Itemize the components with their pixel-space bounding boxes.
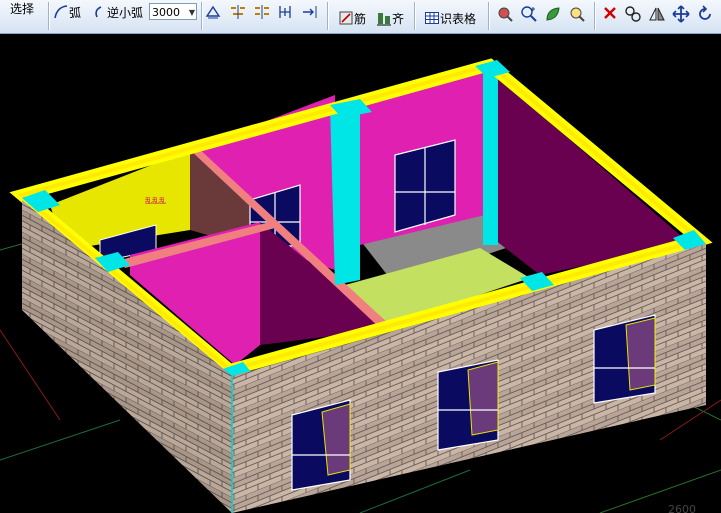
toolbar: 选择 弧 逆小弧 3000 ▼ 筋 齐 识表格 <box>0 0 721 34</box>
zoom-window-button[interactable] <box>568 2 585 24</box>
toolbar-separator <box>594 2 595 30</box>
offset-wall-button[interactable] <box>205 1 221 23</box>
distribute-icon <box>229 4 245 20</box>
zoom-brush-icon <box>496 5 513 22</box>
extend-button[interactable] <box>301 1 317 23</box>
toolbar-separator <box>48 2 49 30</box>
reverse-arc-button[interactable]: 逆小弧 <box>91 1 143 23</box>
room-label: 乱乱乱 <box>145 196 166 205</box>
pan-button[interactable] <box>544 2 560 24</box>
toolbar-separator <box>414 2 415 30</box>
table-icon <box>424 10 440 26</box>
window <box>291 399 351 491</box>
distribute-button[interactable] <box>229 1 245 23</box>
align-icon <box>376 10 392 26</box>
toolbar-separator <box>201 2 202 30</box>
zoom-dynamic-button[interactable] <box>496 2 513 24</box>
chevron-down-icon[interactable]: ▼ <box>189 4 195 21</box>
mirror-button[interactable] <box>648 2 665 24</box>
align-button[interactable]: 齐 <box>376 7 404 29</box>
zoom-window-icon <box>568 5 585 22</box>
column <box>330 100 360 285</box>
select-button[interactable]: 选择 <box>10 0 34 19</box>
array-icon <box>253 4 269 20</box>
mirror-icon <box>648 5 665 21</box>
reverse-arc-label: 逆小弧 <box>107 5 144 20</box>
rebar-icon <box>338 10 354 26</box>
split-button[interactable] <box>277 1 293 23</box>
move-button[interactable] <box>672 2 690 24</box>
column <box>483 68 498 245</box>
recognize-table-button[interactable]: 识表格 <box>424 7 476 29</box>
split-icon <box>277 4 293 20</box>
dimension-label: 2600 <box>668 503 696 513</box>
rebar-button[interactable]: 筋 <box>338 7 366 29</box>
delete-button[interactable] <box>602 2 618 24</box>
reverse-arc-icon <box>91 4 107 20</box>
extend-icon <box>301 4 317 20</box>
leaf-icon <box>544 5 560 21</box>
zoom-plus-icon <box>520 5 537 22</box>
close-icon <box>602 5 618 21</box>
toolbar-separator <box>488 2 489 30</box>
window <box>593 314 656 404</box>
zoom-realtime-button[interactable] <box>520 2 537 24</box>
arc-button[interactable]: 弧 <box>53 1 81 23</box>
align-label: 齐 <box>392 11 405 26</box>
3d-viewport[interactable]: 乱乱乱 2600 <box>0 33 721 513</box>
arc-icon <box>53 4 69 20</box>
rotate-icon <box>696 5 712 21</box>
dark-side-wall <box>495 75 680 275</box>
rotate-button[interactable] <box>696 2 712 24</box>
array-button[interactable] <box>253 1 269 23</box>
move-arrows-icon <box>672 5 690 23</box>
radius-combobox[interactable]: 3000 ▼ <box>149 3 197 20</box>
recognize-table-label: 识表格 <box>440 11 477 26</box>
arc-label: 弧 <box>69 5 82 20</box>
window <box>437 359 499 451</box>
offset-icon <box>205 4 221 20</box>
rebar-label: 筋 <box>354 11 367 26</box>
copy-circles-icon <box>624 5 641 22</box>
copy-button[interactable] <box>624 2 641 24</box>
radius-value: 3000 <box>152 6 180 19</box>
select-label: 选择 <box>10 1 35 16</box>
toolbar-separator <box>327 2 328 30</box>
